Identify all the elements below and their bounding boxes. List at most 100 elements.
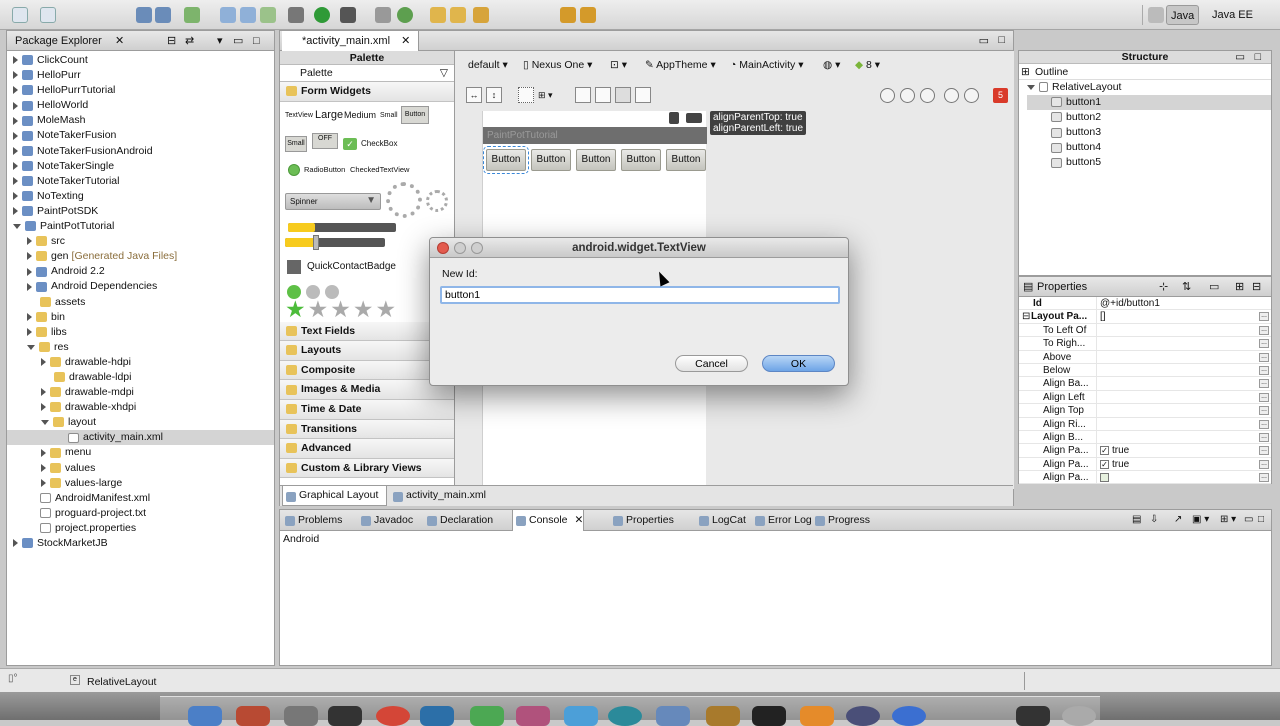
app-icon[interactable] <box>328 706 362 726</box>
more-icon[interactable]: ... <box>1259 352 1269 362</box>
tree-item[interactable]: NoteTakerTutorial <box>13 174 274 189</box>
pin-console-icon[interactable]: ↗ <box>1174 514 1182 525</box>
property-row[interactable]: Align Pa...... <box>1019 471 1271 485</box>
widget-spinner[interactable]: Spinner ▼ <box>285 192 381 210</box>
console-tab[interactable]: Declaration <box>424 510 493 531</box>
tree-item[interactable]: NoTexting <box>13 189 274 204</box>
tree-item[interactable]: drawable-hdpi <box>13 355 274 370</box>
tree-item[interactable]: MoleMash <box>13 113 274 128</box>
expand-icon[interactable] <box>13 56 18 65</box>
forward-icon[interactable] <box>580 7 596 23</box>
property-row[interactable]: Align Ba...... <box>1019 377 1271 391</box>
config-theme-device[interactable]: default ▾ <box>468 59 508 71</box>
app-icon[interactable] <box>608 706 642 726</box>
app-icon[interactable] <box>420 706 454 726</box>
tree-item[interactable]: values <box>13 461 274 476</box>
expand-icon[interactable] <box>27 267 32 276</box>
tree-item[interactable]: assets <box>13 295 274 310</box>
mail-icon[interactable] <box>656 706 690 726</box>
outline-item[interactable]: button4 <box>1027 140 1271 155</box>
more-icon[interactable]: ... <box>1259 312 1269 322</box>
checkbox[interactable]: ✓ <box>1100 459 1109 469</box>
widget-radiobutton[interactable]: RadioButton <box>304 165 345 174</box>
checkbox[interactable] <box>1100 472 1109 482</box>
property-value[interactable] <box>1096 417 1100 430</box>
expand-icon[interactable] <box>1027 84 1035 90</box>
more-icon[interactable]: ... <box>1259 473 1269 483</box>
tree-item[interactable]: drawable-ldpi <box>13 370 274 385</box>
tree-item[interactable]: gen [Generated Java Files] <box>13 249 274 264</box>
expand-icon[interactable] <box>13 192 18 201</box>
app-icon[interactable] <box>470 706 504 726</box>
minimize-icon[interactable]: ▭ <box>1244 514 1253 525</box>
console-tab[interactable]: Javadoc <box>358 510 413 531</box>
new-android-project-icon[interactable] <box>260 7 276 23</box>
maximize-icon[interactable]: □ <box>998 34 1005 46</box>
property-value[interactable] <box>1096 377 1100 390</box>
expand-icon[interactable] <box>41 358 46 367</box>
outline-item[interactable]: button3 <box>1027 125 1271 140</box>
tree-item[interactable]: PaintPotTutorial <box>13 219 274 234</box>
outline-root[interactable]: RelativeLayout <box>1027 80 1271 95</box>
widget-seekbar[interactable] <box>285 234 385 250</box>
open-perspective-icon[interactable] <box>1148 7 1164 23</box>
sort-icon[interactable]: ⇅ <box>1182 277 1191 297</box>
expand-icon[interactable] <box>13 86 18 95</box>
new-window-icon[interactable] <box>40 7 56 23</box>
canvas-button-4[interactable]: Button <box>621 149 661 171</box>
property-value[interactable] <box>1096 430 1100 444</box>
tree-item[interactable]: layout <box>13 415 274 430</box>
distribute-icon[interactable] <box>575 87 591 103</box>
widget-progress[interactable] <box>426 189 448 212</box>
console-tab[interactable]: Properties <box>610 510 674 531</box>
minimize-icon[interactable]: ▭ <box>979 34 989 47</box>
expand-icon[interactable] <box>13 161 18 170</box>
expand-icon[interactable] <box>41 478 46 487</box>
more-icon[interactable]: ... <box>1259 459 1269 469</box>
app-icon[interactable] <box>236 706 270 726</box>
widget-progress-bar[interactable] <box>288 222 396 232</box>
config-device[interactable]: ▯ Nexus One ▾ <box>523 59 592 71</box>
editor-tab-activity-main[interactable]: *activity_main.xml ✕ <box>282 31 420 51</box>
expand-icon[interactable] <box>13 131 18 140</box>
palette-category-form-widgets[interactable]: Form Widgets <box>280 82 454 102</box>
widget-textview[interactable]: TextView <box>285 112 313 119</box>
tree-item[interactable]: bin <box>13 310 274 325</box>
more-icon[interactable]: ... <box>1259 446 1269 456</box>
property-row[interactable]: Id @+id/button1 <box>1019 297 1271 311</box>
collapse-icon[interactable] <box>27 344 35 350</box>
property-value[interactable] <box>1096 350 1100 363</box>
tree-item[interactable]: proguard-project.txt <box>13 506 274 521</box>
safari-icon[interactable] <box>892 706 926 726</box>
minimize-window-button[interactable] <box>454 242 466 254</box>
property-row[interactable]: Align Top... <box>1019 404 1271 418</box>
layout-mode-icon[interactable] <box>615 87 631 103</box>
console-tab[interactable]: Error Log <box>752 510 812 531</box>
tree-item[interactable]: Android Dependencies <box>13 279 274 294</box>
filter-icon[interactable]: ⊹ <box>1159 277 1168 297</box>
checklist-icon[interactable] <box>184 7 200 23</box>
chrome-icon[interactable] <box>376 706 410 726</box>
more-icon[interactable]: ... <box>1259 406 1269 416</box>
expand-icon[interactable] <box>41 448 46 457</box>
perspective-java[interactable]: Java <box>1166 5 1200 25</box>
chevron-down-icon[interactable]: ▽ <box>440 65 448 81</box>
close-icon[interactable]: ✕ <box>115 31 124 51</box>
canvas-button-3[interactable]: Button <box>576 149 616 171</box>
fast-view-icon[interactable]: ▯° <box>8 673 18 684</box>
save-all-icon[interactable] <box>155 7 171 23</box>
new-file-icon[interactable] <box>12 7 28 23</box>
maximize-icon[interactable]: □ <box>1255 51 1261 64</box>
ok-button[interactable]: OK <box>762 355 835 372</box>
widget-small-button[interactable]: Small <box>285 135 307 152</box>
property-row[interactable]: ⊟ Layout Pa... []... <box>1019 310 1271 324</box>
expand-icon[interactable] <box>13 116 18 125</box>
calendar-icon[interactable] <box>516 706 550 726</box>
more-icon[interactable]: ... <box>1259 365 1269 375</box>
tree-item[interactable]: HelloWorld <box>13 98 274 113</box>
zoom-real-size-icon[interactable] <box>880 88 895 103</box>
palette-category[interactable]: Images & Media <box>280 380 454 400</box>
tree-item[interactable]: drawable-xhdpi <box>13 400 274 415</box>
canvas-button-5[interactable]: Button <box>666 149 706 171</box>
tree-item[interactable]: ClickCount <box>13 53 274 68</box>
